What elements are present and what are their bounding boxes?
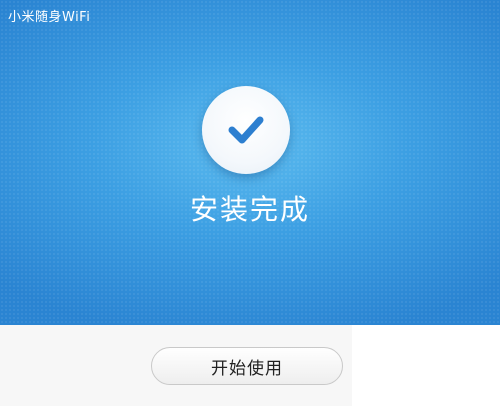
footer-right-area xyxy=(352,325,500,406)
start-using-button[interactable]: 开始使用 xyxy=(151,347,343,385)
installer-window: 小米随身WiFi 安装完成 开始使用 xyxy=(0,0,500,406)
install-complete-text: 安装完成 xyxy=(189,193,310,226)
checkmark-icon xyxy=(228,116,264,144)
footer-bar: 开始使用 xyxy=(0,325,500,406)
app-title: 小米随身WiFi xyxy=(8,10,91,25)
success-badge xyxy=(202,86,290,174)
hero-panel: 小米随身WiFi 安装完成 xyxy=(0,0,500,325)
